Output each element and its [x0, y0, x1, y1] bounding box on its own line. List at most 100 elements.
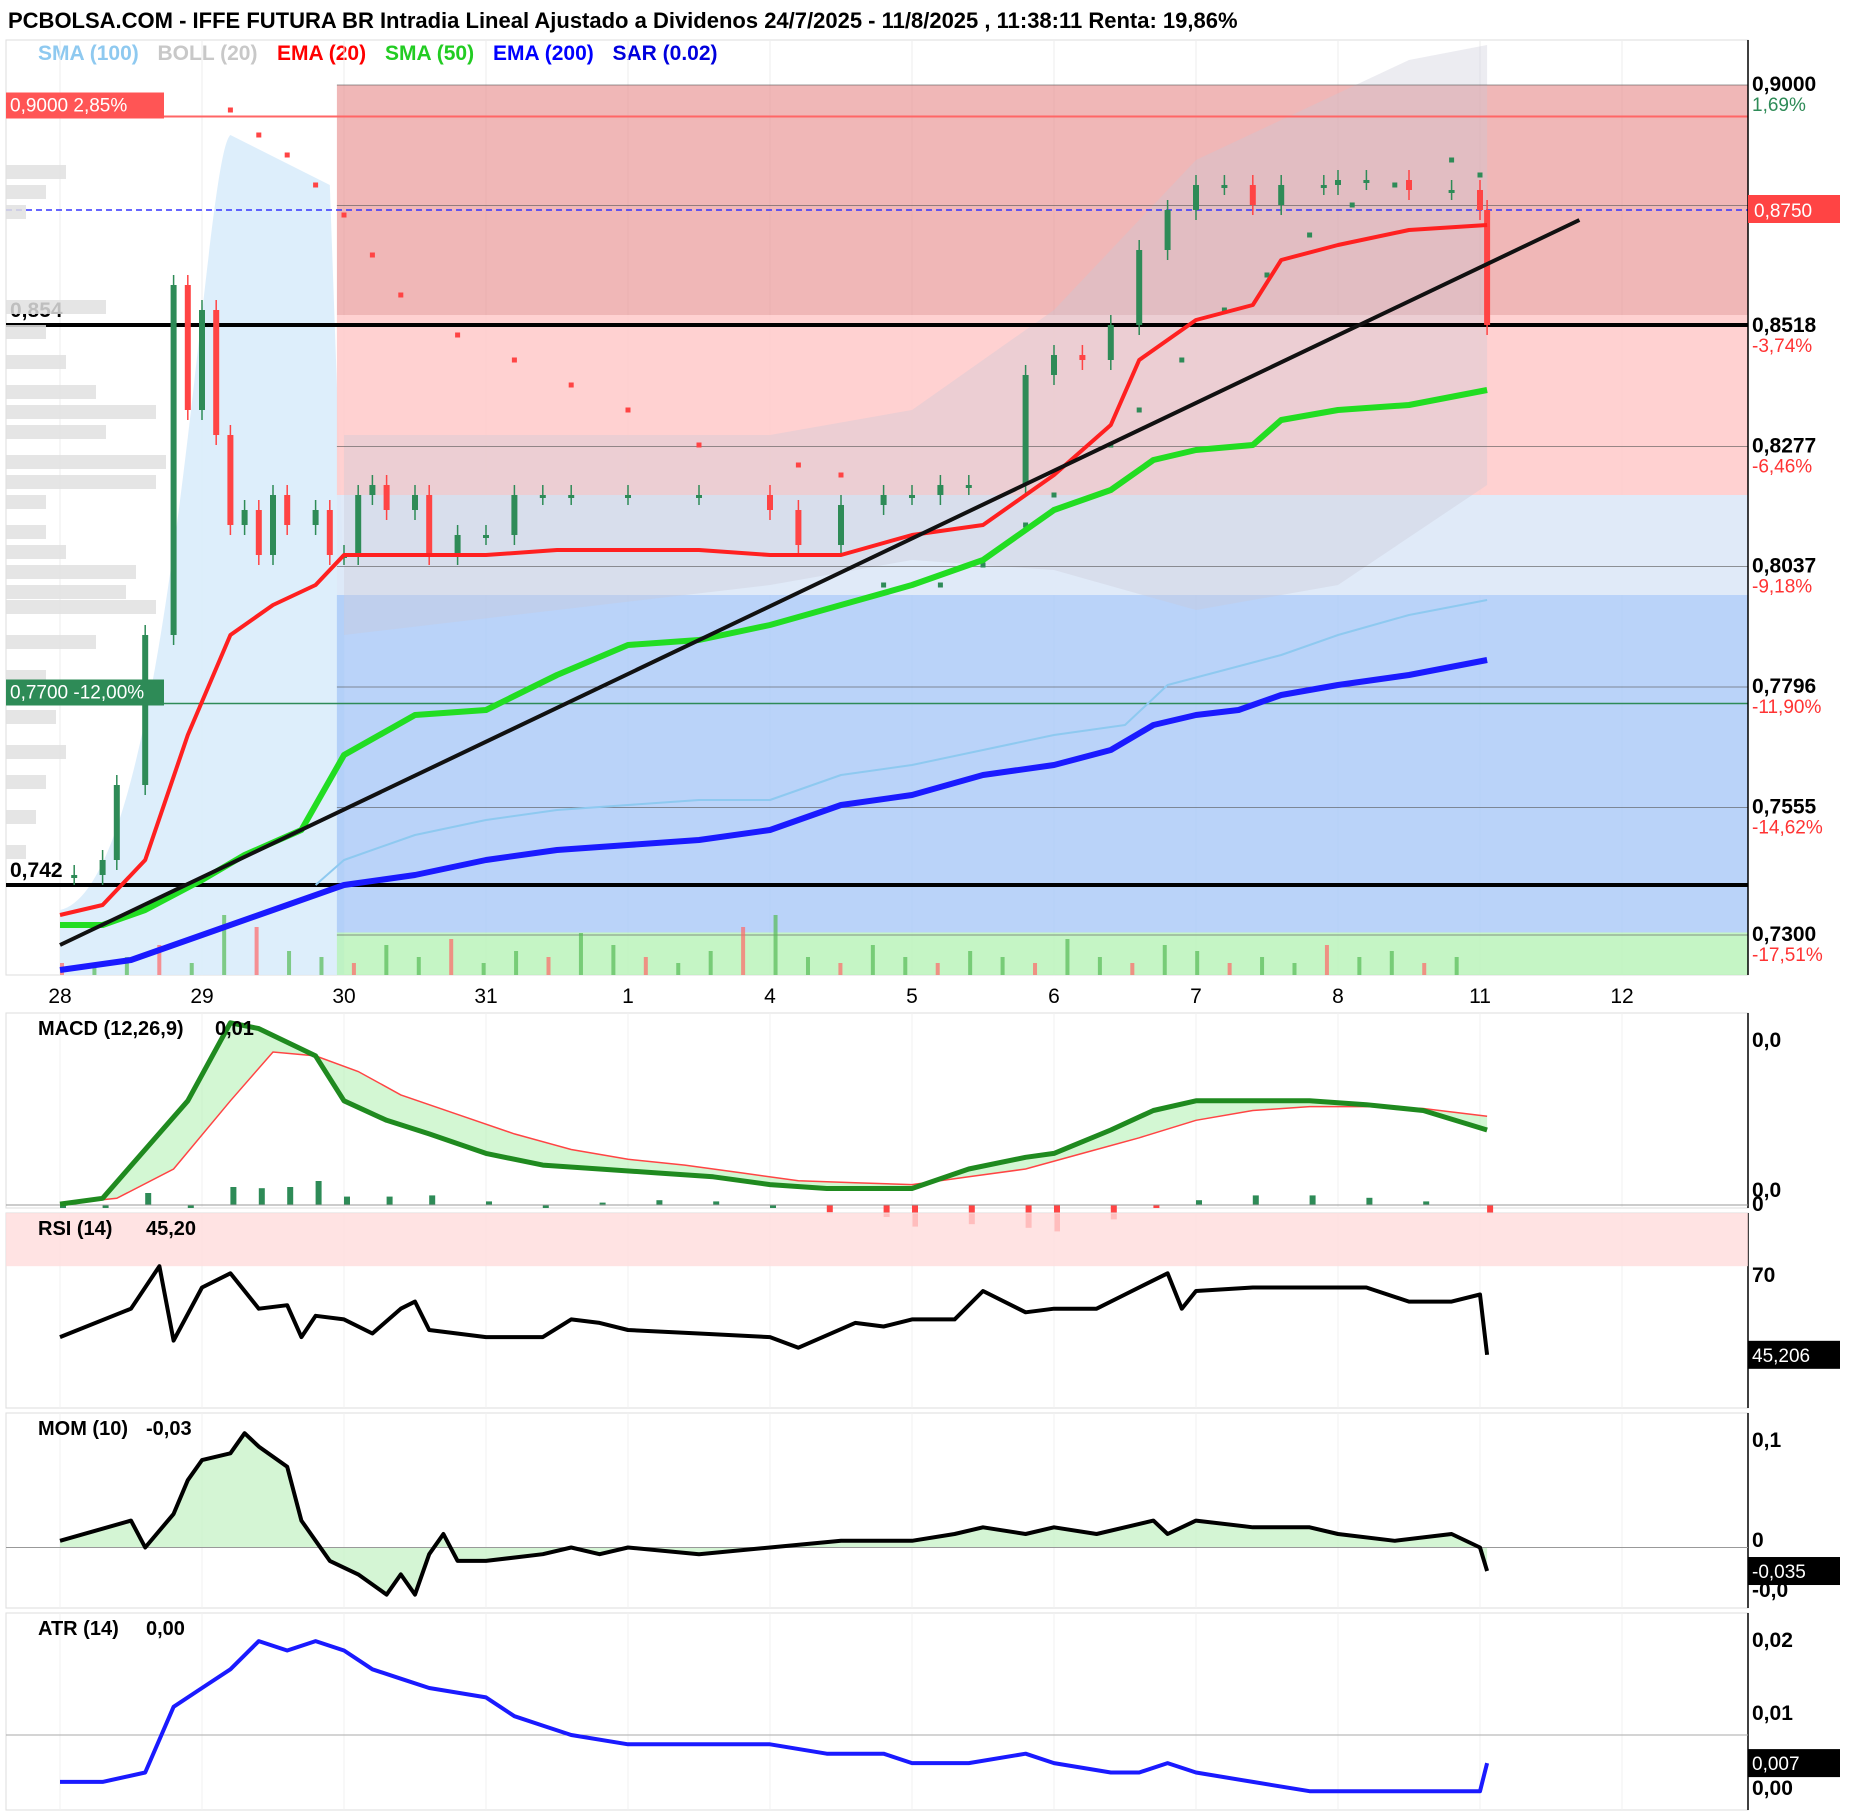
profile-bar-20: [6, 745, 66, 759]
volume-bar-36: [1227, 963, 1232, 975]
price-tick-4: 0,8037: [1752, 555, 1816, 578]
volume-bar-12: [449, 939, 454, 975]
legend-item-2: EMA (20): [277, 42, 366, 65]
profile-bar-1: [6, 185, 46, 199]
volume-bar-8: [319, 957, 324, 975]
candle-body-32: [880, 495, 887, 505]
profile-bar-15: [6, 585, 126, 599]
sar-dot-18: [1051, 492, 1057, 498]
legend-item-0: SMA (100): [38, 42, 139, 65]
candle-body-43: [1221, 185, 1228, 188]
candle-body-13: [284, 495, 291, 525]
volume-bar-33: [1130, 963, 1135, 975]
volume-bar-29: [1000, 957, 1005, 975]
legend-item-4: EMA (200): [493, 42, 594, 65]
candle-body-37: [1051, 355, 1057, 375]
sar-dot-0: [227, 107, 233, 113]
volume-bar-30: [1033, 963, 1038, 975]
volume-bar-43: [1454, 957, 1459, 975]
price-pct-2: -3,74%: [1752, 336, 1812, 357]
profile-bar-8: [6, 425, 106, 439]
sar-dot-15: [937, 582, 943, 588]
volume-bar-11: [416, 957, 421, 975]
rsi-panel-tick-0: 70: [1752, 1264, 1775, 1287]
price-pct-7: -17,51%: [1752, 945, 1823, 966]
macd-hist-25: [1196, 1200, 1202, 1205]
price-pct-4: -9,18%: [1752, 577, 1812, 598]
x-label-1: 29: [190, 985, 213, 1008]
sar-dot-8: [511, 357, 517, 363]
candle-body-29: [767, 495, 773, 510]
sar-dot-7: [455, 332, 461, 338]
macd-hist-4: [230, 1187, 237, 1205]
x-label-10: 11: [1469, 985, 1491, 1008]
candle-body-1: [71, 875, 78, 878]
chart-canvas: PCBOLSA.COM - IFFE FUTURA BR Intradia Li…: [0, 0, 1850, 1816]
volume-bar-21: [741, 927, 746, 975]
mom-panel-tick-1: 0: [1752, 1529, 1764, 1552]
macd-hist-27: [1309, 1195, 1316, 1205]
volume-bar-25: [870, 945, 875, 975]
price-pct-6: -14,62%: [1752, 818, 1823, 839]
zone-red: [336, 85, 1748, 315]
sar-dot-9: [568, 382, 574, 388]
atr-panel-value: 0,00: [146, 1618, 185, 1640]
volume-bar-39: [1324, 945, 1329, 975]
sar-dot-14: [881, 582, 887, 588]
candle-body-3: [113, 785, 120, 860]
volume-bar-40: [1357, 957, 1362, 975]
candle-body-47: [1335, 180, 1341, 185]
candle-body-28: [696, 495, 702, 498]
candle-body-44: [1249, 185, 1256, 205]
volume-bar-24: [838, 963, 843, 975]
candle-body-52: [1484, 210, 1491, 325]
profile-bar-22: [6, 810, 36, 824]
sr-label-1: 0,742: [10, 859, 63, 882]
profile-bar-5: [6, 355, 66, 369]
volume-bar-7: [287, 951, 292, 975]
x-label-6: 5: [906, 985, 918, 1008]
mom-panel-title: MOM (10): [38, 1418, 128, 1440]
volume-bar-17: [611, 945, 616, 975]
x-label-8: 7: [1190, 985, 1202, 1008]
candle-body-5: [170, 285, 177, 635]
left-tag-text-1: 0,7700 -12,00%: [10, 683, 144, 704]
macd-hist-30: [1487, 1205, 1494, 1214]
macd-hist-15: [713, 1201, 720, 1205]
macd-hist-14: [656, 1200, 663, 1205]
profile-bar-19: [6, 710, 56, 724]
candle-body-51: [1477, 190, 1483, 210]
candle-body-7: [199, 310, 205, 410]
price-tick-2: 0,8518: [1752, 314, 1817, 337]
volume-bar-26: [903, 957, 908, 975]
sar-dot-11: [696, 442, 702, 448]
chart-title: PCBOLSA.COM - IFFE FUTURA BR Intradia Li…: [8, 8, 1238, 33]
sar-dot-24: [1307, 232, 1313, 238]
candle-body-42: [1193, 185, 1199, 210]
profile-bar-21: [6, 775, 46, 789]
x-label-7: 6: [1048, 985, 1060, 1008]
volume-bar-37: [1260, 957, 1265, 975]
sar-dot-4: [341, 212, 347, 218]
profile-bar-10: [6, 475, 156, 489]
volume-bar-16: [578, 933, 583, 975]
price-tick-7: 0,7300: [1752, 923, 1816, 946]
price-tick-3: 0,8277: [1752, 435, 1816, 458]
volume-bar-9: [351, 963, 356, 975]
profile-bar-2: [6, 205, 26, 219]
price-tick-5: 0,7796: [1752, 675, 1816, 698]
x-label-9: 8: [1332, 985, 1344, 1008]
candle-body-46: [1320, 185, 1327, 188]
x-label-4: 1: [622, 985, 634, 1008]
volume-bar-6: [254, 927, 259, 975]
candle-body-4: [142, 635, 149, 785]
volume-bar-32: [1097, 957, 1102, 975]
macd-hist-29: [1423, 1201, 1430, 1205]
volume-bar-20: [708, 951, 713, 975]
macd-hist-17: [826, 1205, 833, 1213]
candle-body-14: [312, 510, 319, 525]
candle-body-17: [355, 495, 362, 555]
profile-bar-17: [6, 635, 96, 649]
profile-bar-12: [6, 525, 46, 539]
legend-item-3: SMA (50): [385, 42, 474, 65]
